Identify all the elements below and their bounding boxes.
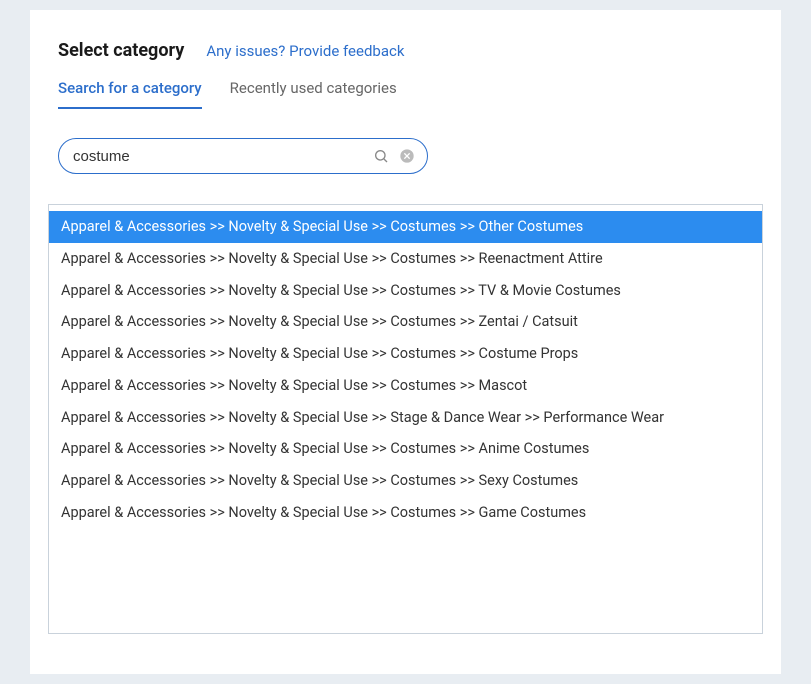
result-item[interactable]: Apparel & Accessories >> Novelty & Speci… bbox=[49, 243, 762, 275]
result-text: Apparel & Accessories >> Novelty & Speci… bbox=[61, 440, 589, 457]
search-icon[interactable] bbox=[373, 148, 389, 164]
header-row: Select category Any issues? Provide feed… bbox=[30, 40, 781, 79]
category-selector-panel: Select category Any issues? Provide feed… bbox=[30, 10, 781, 674]
result-item[interactable]: Apparel & Accessories >> Novelty & Speci… bbox=[49, 370, 762, 402]
result-item[interactable]: Apparel & Accessories >> Novelty & Speci… bbox=[49, 402, 762, 434]
tabs: Search for a category Recently used cate… bbox=[30, 79, 781, 110]
result-item[interactable]: Apparel & Accessories >> Novelty & Speci… bbox=[49, 211, 762, 243]
page-title: Select category bbox=[58, 40, 184, 61]
feedback-link[interactable]: Any issues? Provide feedback bbox=[206, 42, 404, 60]
result-item[interactable]: Apparel & Accessories >> Novelty & Speci… bbox=[49, 497, 762, 529]
tab-search-category[interactable]: Search for a category bbox=[58, 79, 202, 109]
result-item[interactable]: Apparel & Accessories >> Novelty & Speci… bbox=[49, 433, 762, 465]
result-item[interactable]: Apparel & Accessories >> Novelty & Speci… bbox=[49, 275, 762, 307]
result-text: Apparel & Accessories >> Novelty & Speci… bbox=[61, 472, 578, 489]
result-item[interactable]: Apparel & Accessories >> Novelty & Speci… bbox=[49, 338, 762, 370]
result-item[interactable]: Apparel & Accessories >> Novelty & Speci… bbox=[49, 306, 762, 338]
result-text: Apparel & Accessories >> Novelty & Speci… bbox=[61, 218, 583, 235]
search-box bbox=[58, 138, 428, 174]
tab-label: Recently used categories bbox=[230, 79, 397, 97]
tab-label: Search for a category bbox=[58, 79, 202, 97]
result-text: Apparel & Accessories >> Novelty & Speci… bbox=[61, 409, 664, 426]
search-wrap bbox=[30, 138, 781, 204]
result-text: Apparel & Accessories >> Novelty & Speci… bbox=[61, 377, 527, 394]
search-input[interactable] bbox=[73, 148, 373, 165]
result-text: Apparel & Accessories >> Novelty & Speci… bbox=[61, 282, 621, 299]
result-text: Apparel & Accessories >> Novelty & Speci… bbox=[61, 250, 603, 267]
clear-icon[interactable] bbox=[399, 148, 415, 164]
result-item[interactable]: Apparel & Accessories >> Novelty & Speci… bbox=[49, 465, 762, 497]
tab-recently-used[interactable]: Recently used categories bbox=[230, 79, 397, 109]
result-text: Apparel & Accessories >> Novelty & Speci… bbox=[61, 504, 586, 521]
results-panel: Apparel & Accessories >> Novelty & Speci… bbox=[48, 204, 763, 634]
result-text: Apparel & Accessories >> Novelty & Speci… bbox=[61, 345, 578, 362]
result-text: Apparel & Accessories >> Novelty & Speci… bbox=[61, 313, 578, 330]
